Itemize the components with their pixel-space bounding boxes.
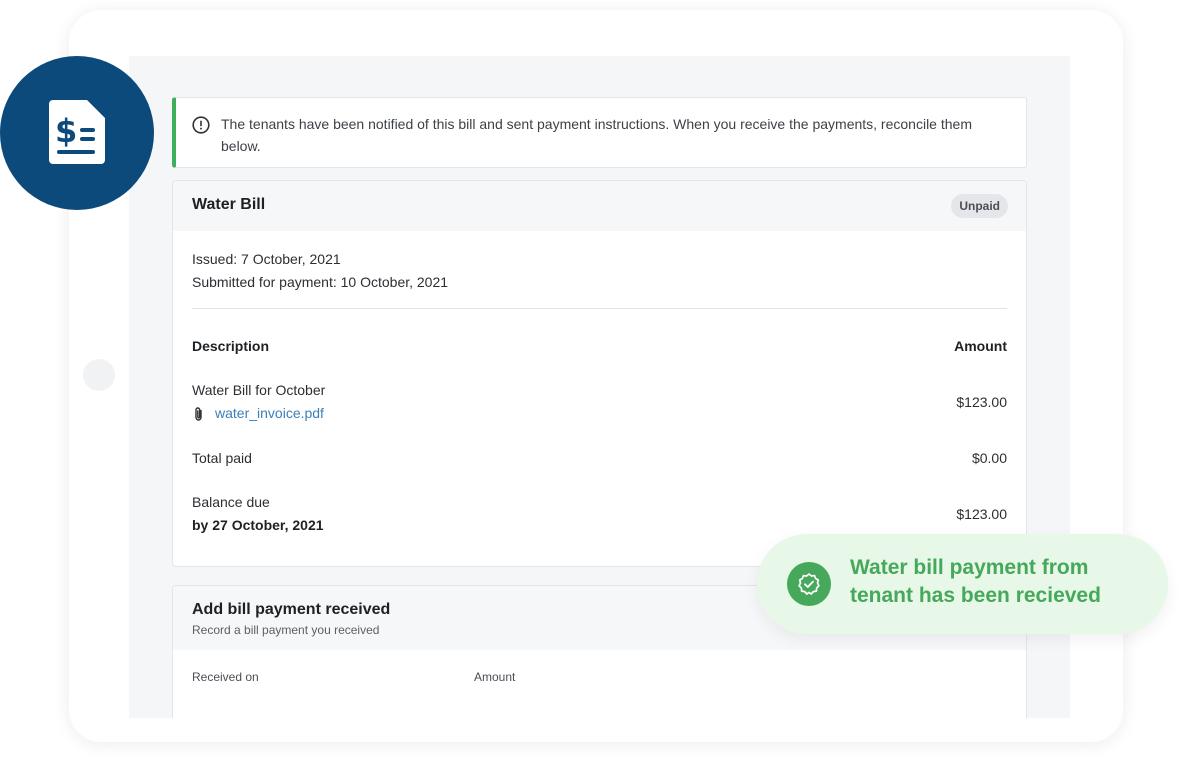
bill-title: Water Bill (192, 196, 266, 213)
notification-banner: The tenants have been notified of this b… (172, 97, 1027, 168)
amount-column-header: Amount (954, 338, 1007, 354)
amount-label: Amount (474, 670, 516, 684)
home-button[interactable] (83, 359, 115, 391)
add-payment-title: Add bill payment received (192, 601, 391, 618)
verified-badge-icon (798, 573, 820, 595)
submitted-date: Submitted for payment: 10 October, 2021 (192, 274, 449, 290)
total-paid-label: Total paid (192, 450, 252, 466)
balance-due-amount: $123.00 (956, 506, 1007, 522)
svg-text:$: $ (55, 112, 77, 150)
divider (192, 308, 1007, 309)
received-on-label: Received on (192, 670, 259, 684)
issued-date: Issued: 7 October, 2021 (192, 251, 341, 267)
total-paid-amount: $0.00 (971, 450, 1007, 466)
toast-icon-circle (787, 562, 831, 606)
app-badge: $ (0, 56, 154, 210)
paperclip-icon (195, 407, 202, 421)
invoice-dollar-icon: $ (49, 100, 105, 164)
line-item-amount: $123.00 (956, 394, 1007, 410)
toast-message-line2: tenant has been recieved (850, 584, 1101, 607)
toast-message-line1: Water bill payment from (850, 556, 1089, 579)
stage: The tenants have been notified of this b… (0, 0, 1202, 762)
toast-message: Water bill payment from tenant has been … (850, 554, 1150, 610)
bill-header: Water Bill Unpaid (173, 181, 1026, 231)
bill-card: Water Bill Unpaid Issued: 7 October, 202… (172, 180, 1027, 567)
info-circle-icon (192, 116, 210, 134)
add-payment-subtitle: Record a bill payment you received (192, 623, 380, 637)
balance-due-label: Balance due (192, 494, 270, 510)
notification-message: The tenants have been notified of this b… (221, 116, 972, 154)
line-item-description: Water Bill for October (192, 382, 326, 398)
attachment-link[interactable]: water_invoice.pdf (215, 405, 324, 421)
success-toast: Water bill payment from tenant has been … (757, 534, 1168, 634)
status-badge: Unpaid (951, 194, 1008, 218)
description-column-header: Description (192, 338, 270, 354)
balance-due-date: by 27 October, 2021 (192, 517, 324, 533)
